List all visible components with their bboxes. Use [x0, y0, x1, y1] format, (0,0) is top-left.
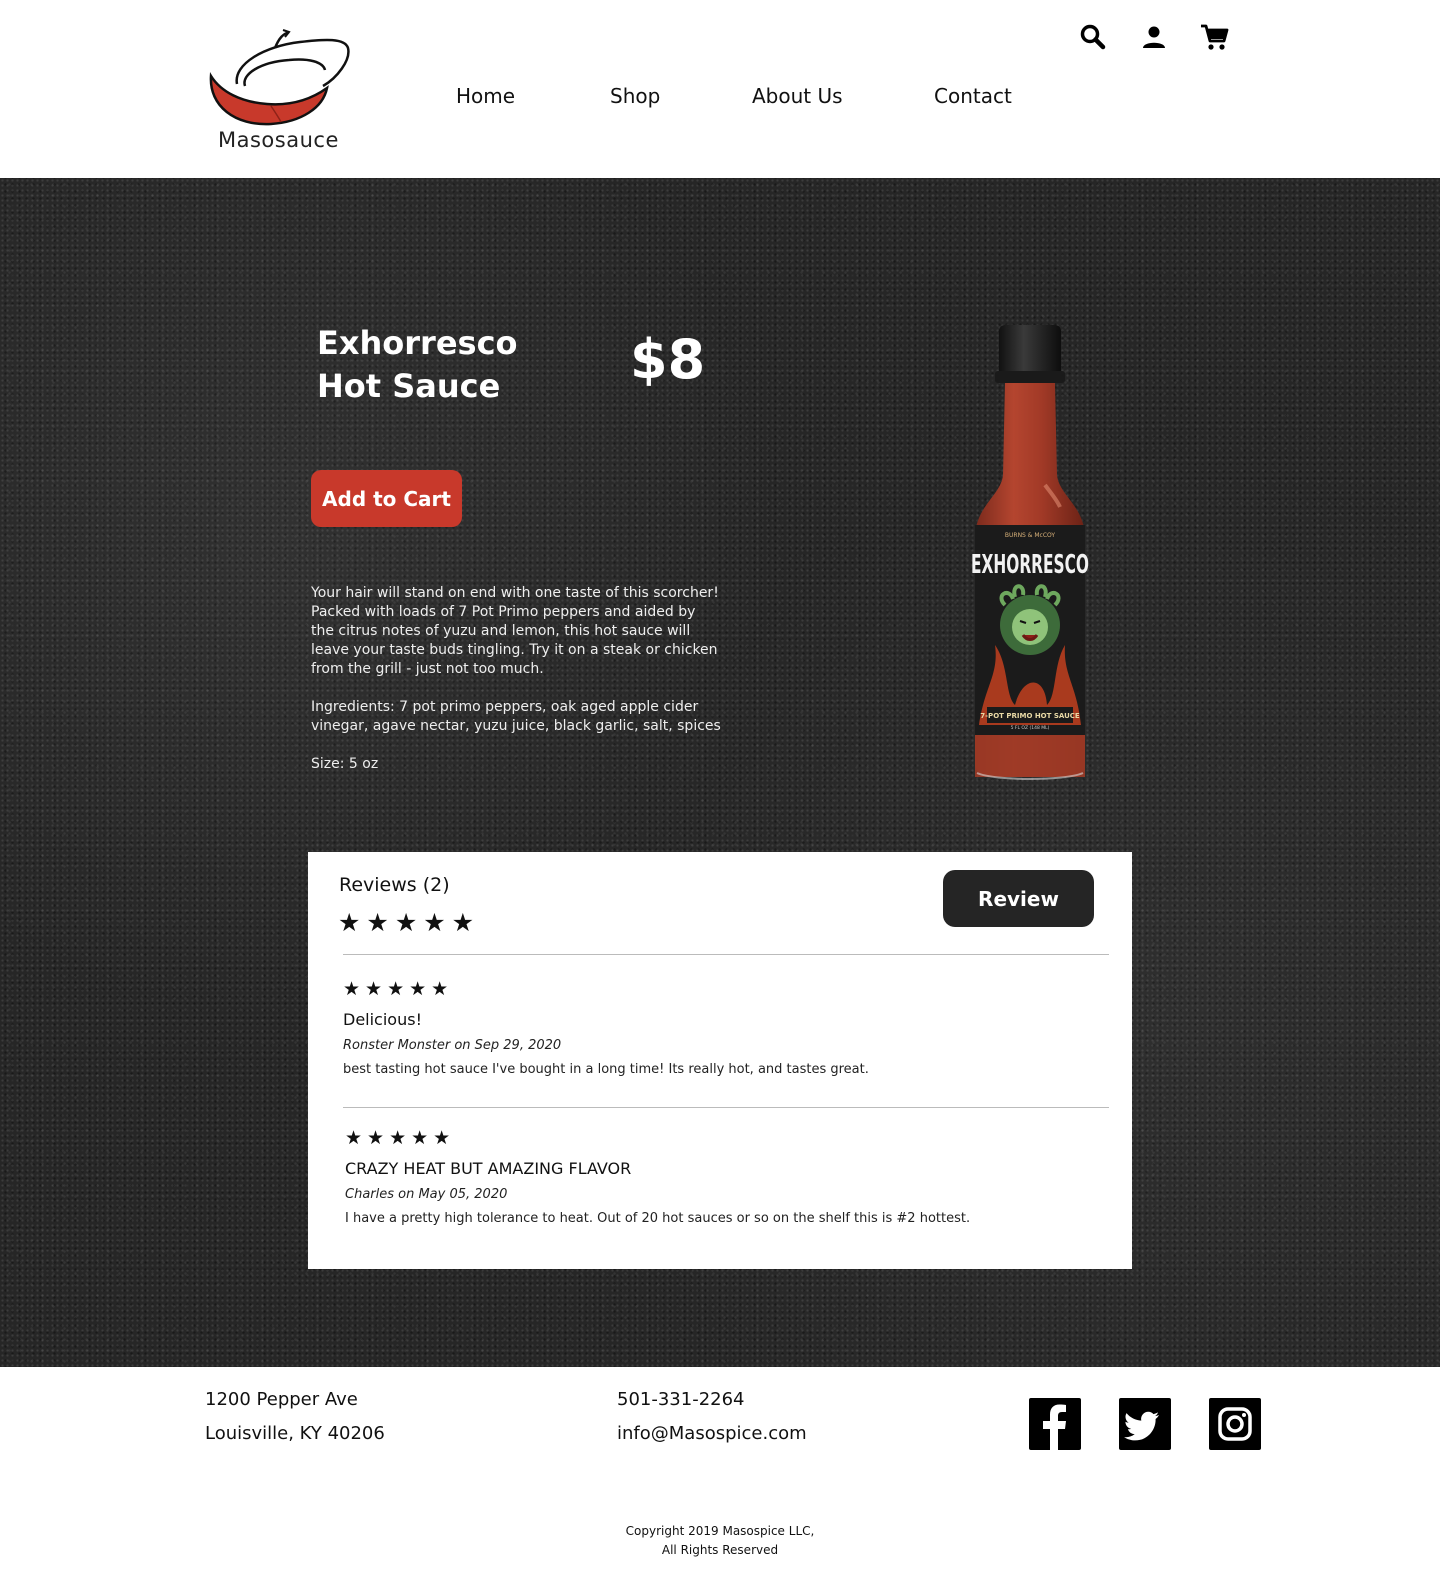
review-title: CRAZY HEAT BUT AMAZING FLAVOR	[345, 1159, 632, 1178]
write-review-button[interactable]: Review	[943, 870, 1094, 927]
footer-address-line2: Louisville, KY 40206	[205, 1423, 385, 1444]
bottle-maker-text: BURNS & McCOY	[1005, 532, 1056, 539]
footer-email-link[interactable]: info@Masospice.com	[617, 1423, 807, 1444]
product-title-line1: Exhorresco	[317, 324, 518, 362]
nav-home-link[interactable]: Home	[456, 84, 515, 108]
search-icon[interactable]	[1078, 22, 1108, 52]
account-icon[interactable]	[1139, 22, 1169, 52]
reviews-divider	[343, 1107, 1109, 1108]
nav-about-us-link[interactable]: About Us	[752, 84, 843, 108]
review-body: best tasting hot sauce I've bought in a …	[343, 1062, 869, 1077]
brand-name: Masosauce	[218, 128, 339, 152]
review-body: I have a pretty high tolerance to heat. …	[345, 1211, 971, 1226]
reviews-card: Reviews (2) ★★★★★ Review ★★★★★ Delicious…	[308, 852, 1132, 1269]
cart-icon[interactable]	[1199, 22, 1229, 52]
chili-pepper-logo-icon	[209, 29, 350, 126]
review-stars: ★★★★★	[343, 978, 454, 1000]
nav-shop-link[interactable]: Shop	[610, 84, 660, 108]
review-item: ★★★★★ Delicious! Ronster Monster on Sep …	[343, 978, 1103, 1077]
nav-contact-link[interactable]: Contact	[934, 84, 1012, 108]
product-title: Exhorresco Hot Sauce	[317, 322, 577, 408]
copyright-line1: Copyright 2019 Masospice LLC,	[625, 1524, 815, 1538]
review-author-date: Charles on May 05, 2020	[345, 1187, 508, 1202]
facebook-icon[interactable]	[1029, 1398, 1081, 1450]
reviews-divider	[343, 954, 1109, 955]
copyright-line2: All Rights Reserved	[661, 1543, 779, 1557]
reviews-heading: Reviews (2)	[339, 874, 450, 896]
twitter-icon[interactable]	[1119, 1398, 1171, 1450]
instagram-icon[interactable]	[1209, 1398, 1261, 1450]
footer-phone-link[interactable]: 501-331-2264	[617, 1389, 745, 1410]
overall-rating-stars: ★★★★★	[338, 908, 481, 937]
product-bottle-image: BURNS & McCOY EXHORRESCO 7-POT PRIMO HOT…	[965, 325, 1095, 785]
bottle-volume-text: 5 FL OZ (148 ML)	[1011, 725, 1050, 731]
product-description-text: Your hair will stand on end with one tas…	[311, 585, 719, 677]
bottle-subtitle-text: 7-POT PRIMO HOT SAUCE	[980, 712, 1080, 720]
product-price: $8	[630, 328, 706, 391]
bottle-brand-text: EXHORRESCO	[971, 550, 1089, 580]
review-stars: ★★★★★	[345, 1127, 456, 1149]
product-ingredients: Ingredients: 7 pot primo peppers, oak ag…	[311, 699, 721, 734]
product-size: Size: 5 oz	[311, 756, 379, 772]
site-footer: 1200 Pepper Ave Louisville, KY 40206 501…	[0, 1367, 1440, 1586]
product-description: Your hair will stand on end with one tas…	[311, 584, 721, 793]
footer-address-line1: 1200 Pepper Ave	[205, 1389, 358, 1410]
review-item: ★★★★★ CRAZY HEAT BUT AMAZING FLAVOR Char…	[345, 1127, 1105, 1226]
main-nav: Home Shop About Us Contact	[0, 84, 1440, 114]
product-title-line2: Hot Sauce	[317, 367, 501, 405]
add-to-cart-button[interactable]: Add to Cart	[311, 470, 462, 527]
review-title: Delicious!	[343, 1010, 422, 1029]
review-author-date: Ronster Monster on Sep 29, 2020	[343, 1038, 562, 1053]
copyright-text: Copyright 2019 Masospice LLC, All Rights…	[0, 1522, 1440, 1560]
site-header: Masosauce Home Shop About Us Contact	[0, 0, 1440, 178]
